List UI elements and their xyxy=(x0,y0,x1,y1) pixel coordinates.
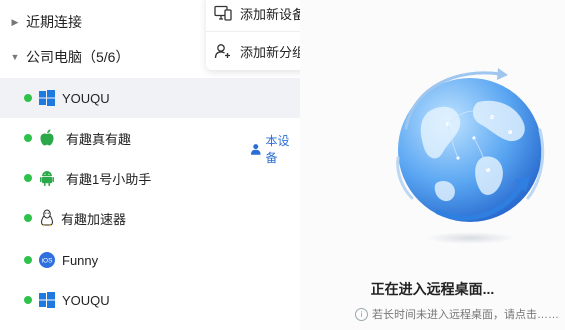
remote-connect-panel: 正在进入远程桌面... i 若长时间未进入远程桌面，请点击…… xyxy=(300,0,565,330)
caret-down-icon: ▼ xyxy=(10,52,20,62)
connecting-status-text: 正在进入远程桌面... xyxy=(370,281,495,297)
monitor-icon xyxy=(214,4,232,22)
svg-text:iOS: iOS xyxy=(42,258,54,265)
device-name: Funny xyxy=(62,252,99,268)
linux-icon xyxy=(38,209,56,227)
online-status-dot xyxy=(24,256,32,264)
device-name: YOUQU xyxy=(62,292,110,308)
group-recent-label: 近期连接 xyxy=(26,14,82,30)
online-status-dot xyxy=(24,214,32,222)
device-row[interactable]: 有趣1号小助手 xyxy=(0,158,300,198)
connect-hint: i 若长时间未进入远程桌面，请点击…… xyxy=(355,306,559,322)
add-user-icon xyxy=(214,42,232,60)
online-status-dot xyxy=(24,174,32,182)
group-company-label: 公司电脑（5/6） xyxy=(26,49,130,65)
globe-icon xyxy=(396,68,545,244)
connect-hint-text: 若长时间未进入远程桌面，请点击…… xyxy=(372,309,559,321)
apple-icon xyxy=(38,129,56,147)
ios-icon: iOS xyxy=(38,251,56,269)
device-name: YOUQU xyxy=(62,90,110,106)
add-device-label: 添加新设备 xyxy=(240,6,306,22)
windows-icon xyxy=(38,89,56,107)
device-row[interactable]: iOS Funny xyxy=(0,240,300,280)
device-name: 有趣真有趣 xyxy=(66,131,132,147)
device-name: 有趣加速器 xyxy=(61,211,127,227)
caret-right-icon: ▶ xyxy=(11,16,19,27)
group-recent[interactable]: ▶ 近期连接 xyxy=(0,9,82,35)
device-row[interactable]: YOUQU xyxy=(0,78,300,118)
windows-icon xyxy=(38,291,56,309)
group-company[interactable]: ▼ 公司电脑（5/6） xyxy=(0,44,130,70)
add-group-label: 添加新分组 xyxy=(240,44,306,60)
online-status-dot xyxy=(24,94,32,102)
online-status-dot xyxy=(24,296,32,304)
online-status-dot xyxy=(24,134,32,142)
device-row[interactable]: YOUQU xyxy=(0,280,300,320)
user-icon xyxy=(250,144,261,155)
device-row[interactable]: 有趣加速器 xyxy=(0,198,300,238)
device-name: 有趣1号小助手 xyxy=(66,171,152,187)
info-icon: i xyxy=(355,307,368,321)
android-icon xyxy=(38,169,56,187)
